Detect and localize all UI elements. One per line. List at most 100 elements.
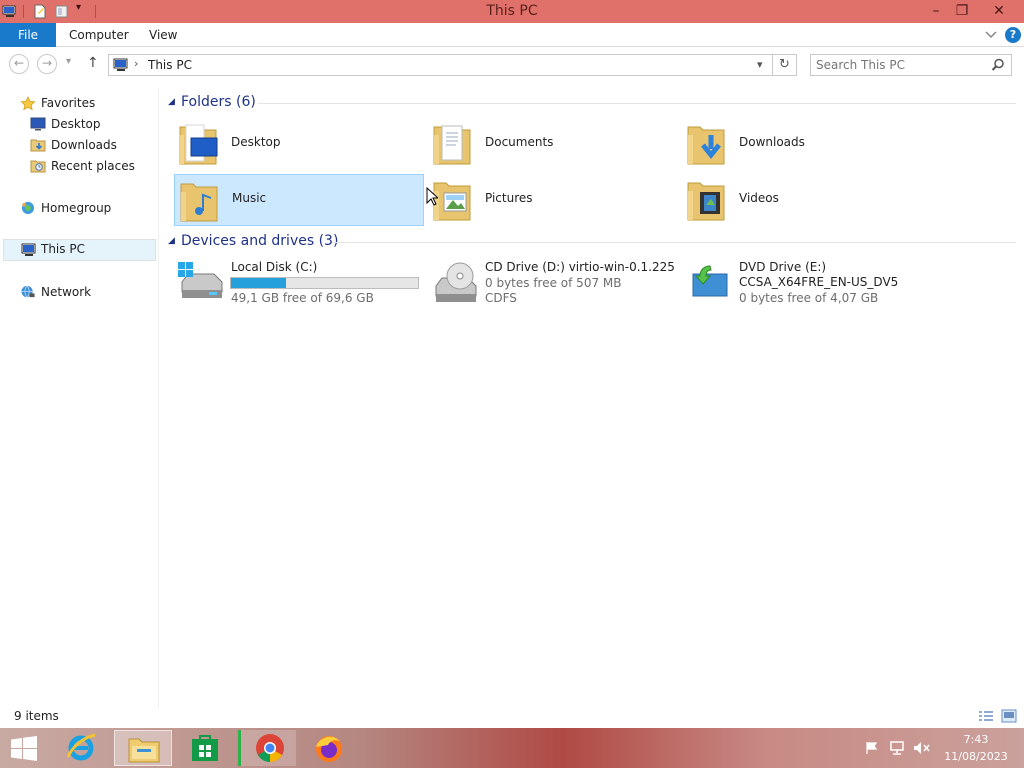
nav-homegroup[interactable]: Homegroup	[18, 198, 158, 218]
recent-places-icon	[30, 160, 46, 173]
navigation-pane: Favorites Desktop Downloads Recent place…	[0, 88, 158, 708]
folder-downloads[interactable]: Downloads	[682, 118, 932, 170]
tab-view[interactable]: View	[149, 23, 177, 47]
drive-dvd-e[interactable]: DVD Drive (E:) CCSA_X64FRE_EN-US_DV5 0 b…	[682, 256, 932, 308]
tab-computer[interactable]: Computer	[69, 23, 129, 47]
drive-file-system: CDFS	[485, 291, 517, 305]
nav-item-recent-places[interactable]: Recent places	[30, 156, 158, 176]
devices-group-header[interactable]: Devices and drives (3)	[181, 233, 338, 249]
drive-local-disk-c[interactable]: Local Disk (C:) 49,1 GB free of 69,6 GB	[174, 256, 424, 306]
collapse-group-icon[interactable]: ◢	[168, 97, 175, 107]
search-input[interactable]	[814, 56, 984, 74]
tab-file[interactable]: File	[0, 23, 56, 47]
music-folder-icon	[180, 183, 218, 222]
pane-divider	[158, 88, 159, 708]
nav-network[interactable]: Network	[18, 282, 158, 302]
taskbar: 7:43 11/08/2023	[0, 728, 1024, 768]
folders-group-header[interactable]: Folders (6)	[181, 94, 256, 110]
drive-volume-label: CCSA_X64FRE_EN-US_DV5	[739, 275, 899, 289]
nav-item-downloads[interactable]: Downloads	[30, 135, 158, 155]
taskbar-firefox[interactable]	[300, 730, 358, 766]
computer-icon	[113, 58, 128, 71]
folder-pictures[interactable]: Pictures	[428, 174, 678, 226]
new-folder-icon[interactable]	[55, 4, 69, 19]
large-icons-view-icon[interactable]	[1001, 709, 1017, 723]
drive-name: DVD Drive (E:)	[739, 260, 827, 274]
recent-locations-button[interactable]: ▾	[66, 56, 71, 67]
status-item-count: 9 items	[14, 709, 59, 723]
nav-this-pc-label: This PC	[41, 242, 85, 256]
restore-button[interactable]: ❐	[947, 0, 977, 23]
ribbon: File Computer View ?	[0, 23, 1024, 47]
address-bar[interactable]: › This PC ▾	[108, 54, 773, 76]
computer-icon	[21, 243, 36, 256]
folder-desktop[interactable]: Desktop	[174, 118, 424, 170]
folder-music[interactable]: Music	[174, 174, 424, 226]
downloads-folder-icon	[30, 139, 46, 152]
taskbar-store[interactable]	[176, 730, 234, 766]
clock-date[interactable]: 11/08/2023	[940, 750, 1012, 763]
close-button[interactable]: ✕	[985, 0, 1013, 23]
nav-homegroup-label: Homegroup	[41, 201, 112, 215]
collapse-group-icon[interactable]: ◢	[168, 236, 175, 246]
pictures-folder-icon	[433, 182, 471, 221]
search-icon[interactable]	[991, 58, 1005, 72]
chevron-down-icon[interactable]	[985, 30, 997, 40]
help-icon[interactable]: ?	[1005, 27, 1021, 43]
folder-label: Downloads	[739, 135, 805, 149]
nav-favorites[interactable]: Favorites	[18, 93, 158, 113]
dvd-setup-icon	[692, 265, 728, 297]
action-center-flag-icon[interactable]	[865, 741, 879, 755]
search-box[interactable]	[810, 54, 1012, 76]
title-bar: This PC ▾ – ❐ ✕	[0, 0, 1024, 23]
nav-item-label: Desktop	[51, 117, 101, 131]
cd-drive-icon	[435, 262, 477, 302]
hard-drive-icon	[178, 262, 223, 298]
network-tray-icon[interactable]	[889, 740, 905, 756]
nav-item-label: Recent places	[51, 159, 135, 173]
nav-network-label: Network	[41, 285, 92, 299]
mouse-cursor-icon	[426, 187, 438, 206]
breadcrumb[interactable]: This PC	[148, 58, 192, 72]
downloads-folder-icon	[687, 126, 725, 165]
computer-icon[interactable]	[2, 4, 18, 19]
up-button[interactable]: ↑	[87, 55, 99, 71]
windows-start-icon[interactable]	[10, 736, 38, 761]
folder-label: Desktop	[231, 135, 281, 149]
folder-label: Music	[232, 191, 267, 205]
drive-name: Local Disk (C:)	[231, 260, 318, 274]
nav-item-desktop[interactable]: Desktop	[30, 114, 158, 134]
folder-label: Pictures	[485, 191, 533, 205]
volume-muted-icon[interactable]	[913, 740, 931, 756]
documents-folder-icon	[433, 125, 471, 165]
refresh-button[interactable]: ↻	[773, 54, 797, 76]
desktop-folder-icon	[179, 124, 218, 165]
nav-this-pc[interactable]: This PC	[3, 239, 156, 261]
group-divider	[332, 242, 1016, 243]
taskbar-file-explorer[interactable]	[114, 730, 172, 766]
homegroup-icon	[21, 201, 35, 215]
desktop-icon	[30, 117, 46, 131]
properties-icon[interactable]	[33, 4, 47, 19]
details-view-icon[interactable]	[978, 710, 994, 722]
clock-time[interactable]: 7:43	[940, 733, 1012, 746]
folder-documents[interactable]: Documents	[428, 118, 678, 170]
taskbar-internet-explorer[interactable]	[52, 730, 110, 766]
drive-free-space: 49,1 GB free of 69,6 GB	[231, 291, 374, 305]
disk-usage-bar	[230, 277, 419, 289]
nav-favorites-label: Favorites	[41, 96, 96, 110]
chrome-icon	[256, 734, 284, 762]
file-explorer-icon	[128, 738, 160, 763]
customize-toolbar-icon[interactable]: ▾	[76, 2, 81, 13]
drive-cd-d[interactable]: CD Drive (D:) virtio-win-0.1.225 0 bytes…	[428, 256, 678, 308]
address-dropdown-button[interactable]: ▾	[757, 58, 763, 71]
breadcrumb-separator[interactable]: ›	[134, 57, 138, 70]
store-icon	[192, 735, 218, 761]
forward-button[interactable]: →	[37, 54, 57, 74]
drive-free-space: 0 bytes free of 4,07 GB	[739, 291, 879, 305]
window-title: This PC	[486, 3, 538, 19]
taskbar-chrome[interactable]	[238, 730, 296, 766]
folder-label: Videos	[739, 191, 779, 205]
folder-videos[interactable]: Videos	[682, 174, 932, 226]
back-button[interactable]: ←	[9, 54, 29, 74]
